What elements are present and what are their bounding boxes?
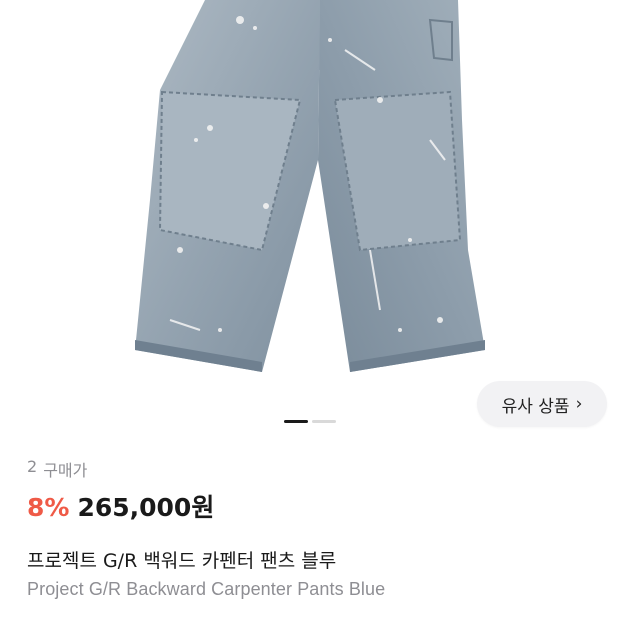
price-row: 8% 265,000원 [27, 488, 214, 524]
carousel-dot-2[interactable] [312, 420, 336, 423]
similar-products-label: 유사 상품 [501, 396, 570, 417]
product-title-korean: 프로젝트 G/R 백워드 카펜터 팬츠 블루 [27, 550, 337, 572]
buyer-count: 2 구매가 [27, 457, 87, 481]
carousel-indicator [284, 420, 336, 423]
price-amount: 265,000원 [77, 493, 215, 522]
discount-rate: 8% [27, 493, 70, 522]
buyer-count-value: 2 [27, 457, 38, 476]
carousel-dot-1[interactable] [284, 420, 308, 423]
denim-pants-image [135, 0, 485, 372]
similar-products-button[interactable]: 유사 상품 › [477, 381, 607, 427]
chevron-right-icon: › [575, 394, 583, 414]
buyer-count-label: 구매가 [43, 461, 88, 480]
product-title-english: Project G/R Backward Carpenter Pants Blu… [27, 579, 386, 599]
product-image[interactable] [0, 0, 620, 440]
